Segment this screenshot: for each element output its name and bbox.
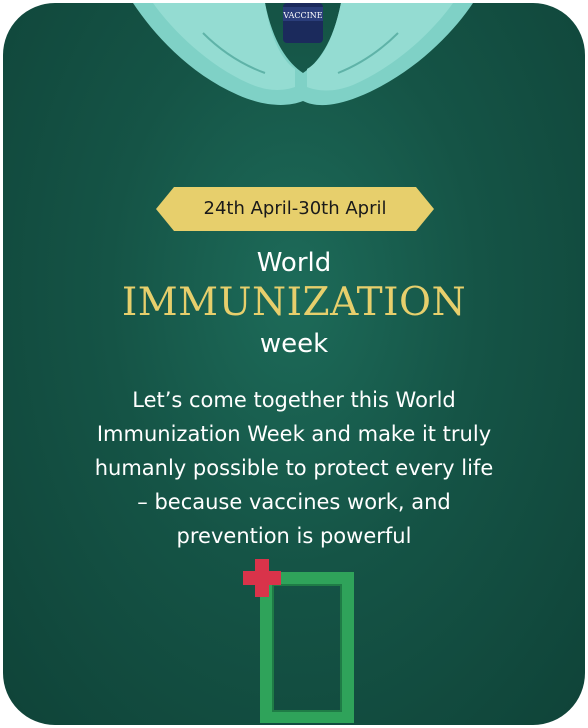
message-line: prevention is powerful: [176, 524, 412, 548]
logo-mark: [243, 559, 354, 723]
vial-label: VACCINE: [283, 11, 323, 20]
immunization-week-poster: VACCINE 24th April-30th April World IMMU…: [3, 3, 585, 725]
title-immunization: IMMUNIZATION: [121, 280, 467, 325]
message-line: Let’s come together this World: [132, 388, 456, 412]
medical-cross-icon: [243, 559, 281, 597]
message-line: humanly possible to protect every life: [94, 456, 494, 480]
title-world: World: [256, 248, 332, 278]
date-range: 24th April-30th April: [203, 198, 387, 219]
green-frame-icon: [260, 572, 354, 723]
title-week: week: [259, 329, 329, 359]
vaccine-vial-icon: VACCINE: [283, 3, 323, 43]
date-banner: 24th April-30th April: [156, 187, 434, 231]
message-line: – because vaccines work, and: [137, 490, 451, 514]
message-text: Let’s come together this World Immunizat…: [53, 383, 535, 553]
message-line: Immunization Week and make it truly: [96, 422, 492, 446]
